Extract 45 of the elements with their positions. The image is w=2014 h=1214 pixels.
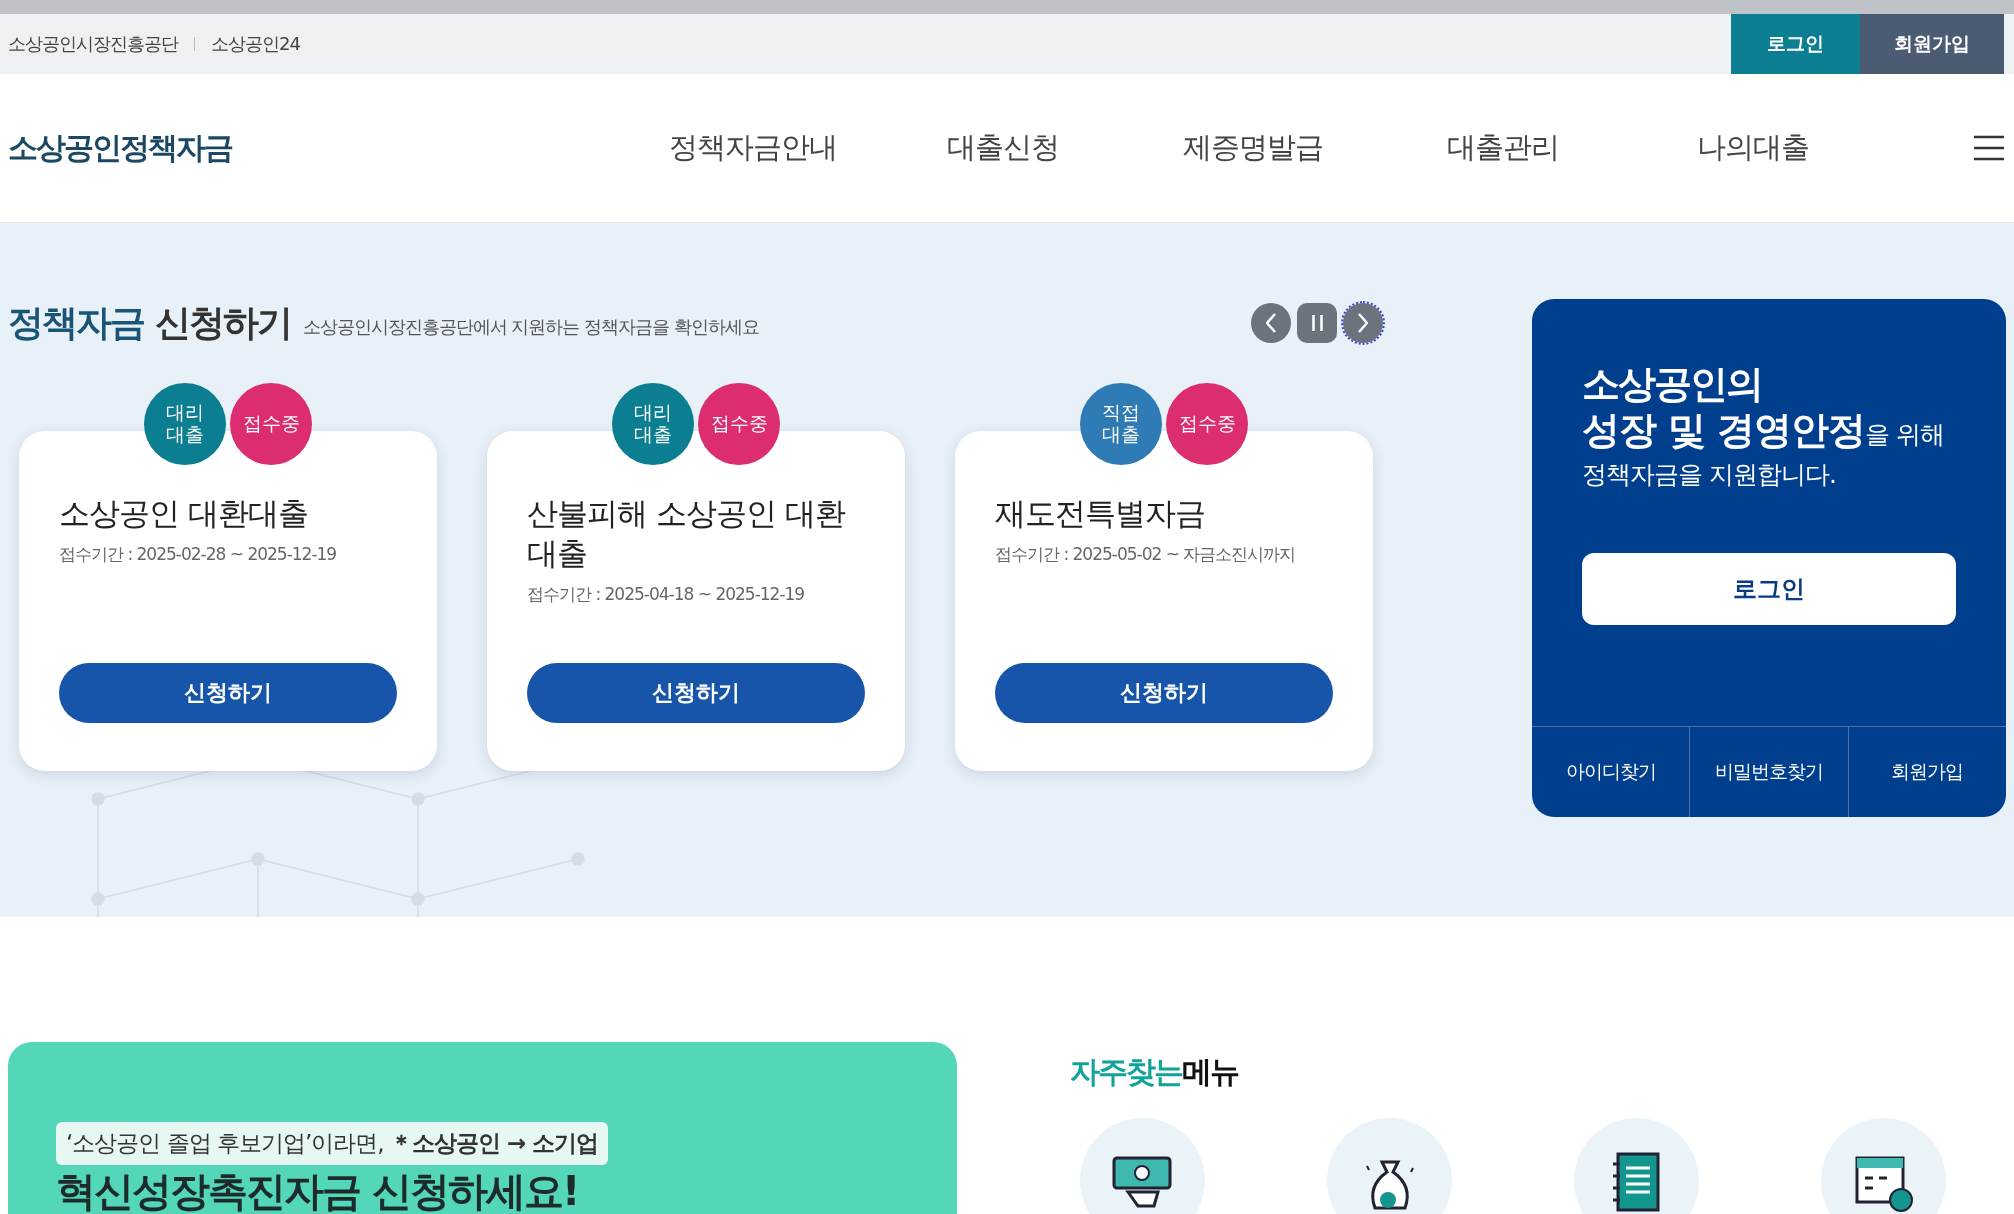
section-title: 정책자금 신청하기 [8,300,291,345]
promo-banner[interactable]: ‘소상공인 졸업 후보기업’이라면, ＊소상공인 → 소기업 혁신성장촉진자금 신청하세요! [8,1042,957,1214]
status-badge: 대리 대출 [612,383,694,465]
banner-tag: ‘소상공인 졸업 후보기업’이라면, ＊소상공인 → 소기업 [56,1122,609,1165]
application-period: 접수기간 : 2025-05-02 ~ 자금소진시까지 [995,543,1297,566]
account-link[interactable]: 회원가입 [1847,727,2006,817]
nav-item[interactable]: 대출신청 [878,128,1128,168]
section-subtitle: 소상공인시장진흥공단에서 지원하는 정책자금을 확인하세요 [302,315,759,339]
status-badge: 직접 대출 [1080,383,1162,465]
card-title: 산불피해 소상공인 대환대출 [527,494,847,573]
account-link[interactable]: 비밀번호찾기 [1689,727,1848,817]
top-link[interactable]: 소상공인시장진흥공단 [8,32,178,56]
application-period: 접수기간 : 2025-02-28 ~ 2025-12-19 [59,543,338,566]
site-logo[interactable]: 소상공인정책자금 [0,127,628,169]
card-title: 재도전특별자금 [995,494,1206,533]
status-badge: 접수중 [230,383,312,465]
apply-button[interactable]: 신청하기 [59,663,397,723]
login-button[interactable]: 로그인 [1731,14,1860,74]
card-title: 소상공인 대환대출 [59,494,309,533]
nav-item[interactable]: 정책자금안내 [628,128,878,168]
menu-icon[interactable] [1974,135,2004,161]
pause-button[interactable] [1297,303,1337,343]
nav-item[interactable]: 대출관리 [1378,128,1628,168]
signup-button[interactable]: 회원가입 [1860,14,2004,74]
chevron-right-icon [1358,313,1368,333]
status-badge: 대리 대출 [144,383,226,465]
panel-message: 정책자금을 지원합니다. [1582,459,1837,491]
panel-message: 성장 및 경영안정을 위해 [1582,407,1946,454]
nav-item[interactable]: 제증명발급 [1128,128,1378,168]
nav-item[interactable]: 나의대출 [1628,128,1878,168]
quick-menu-title: 자주찾는메뉴 [1070,1053,1240,1091]
next-button[interactable] [1343,303,1383,343]
status-badge: 접수중 [698,383,780,465]
account-link[interactable]: 아이디찾기 [1532,727,1690,817]
apply-button[interactable]: 신청하기 [995,663,1333,723]
login-button[interactable]: 로그인 [1582,553,1956,625]
chevron-left-icon [1266,313,1276,333]
status-badge: 접수중 [1166,383,1248,465]
banner-headline: 혁신성장촉진자금 신청하세요! [56,1169,580,1213]
apply-button[interactable]: 신청하기 [527,663,865,723]
previous-button[interactable] [1251,303,1291,343]
application-period: 접수기간 : 2025-04-18 ~ 2025-12-19 [527,583,806,606]
pause-icon [1311,315,1323,331]
panel-headline: 소상공인의 [1582,361,1763,407]
top-link[interactable]: 소상공인24 [211,32,300,56]
